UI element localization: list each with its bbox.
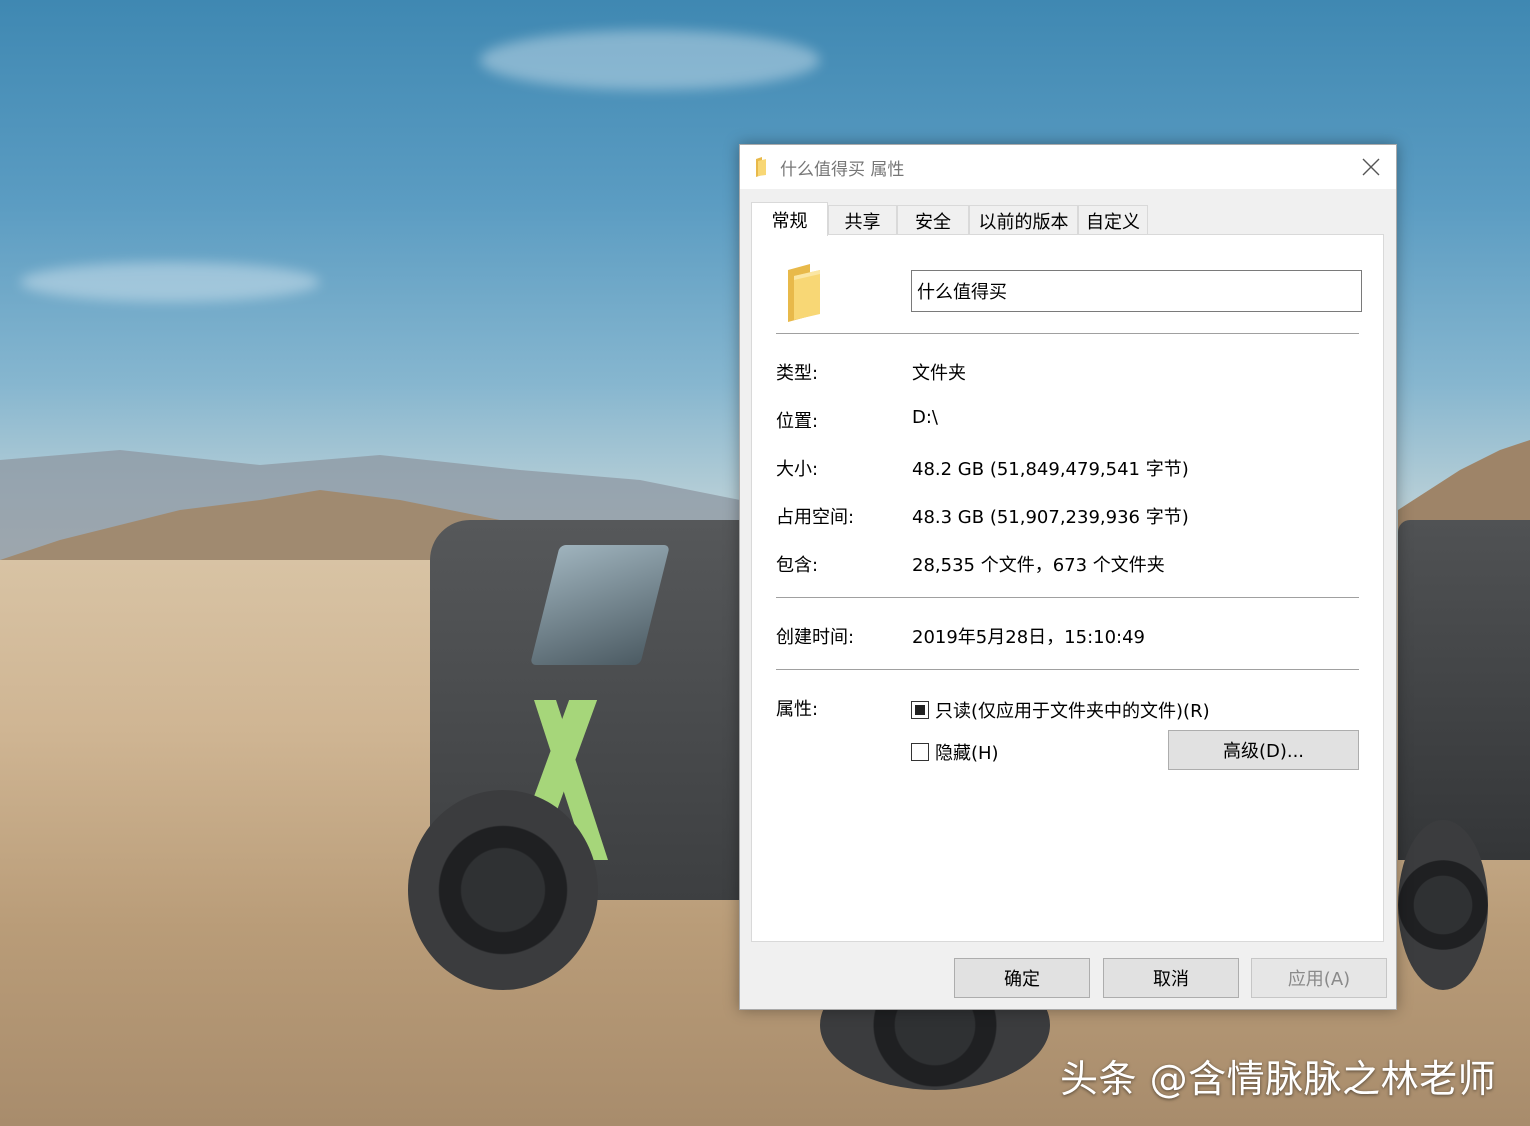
- general-panel: 类型: 文件夹 位置: D:\ 大小: 48.2 GB (51,849,479,…: [751, 234, 1384, 942]
- cloud: [480, 30, 820, 90]
- dialog-title: 什么值得买 属性: [780, 160, 905, 180]
- tab-security[interactable]: 安全: [897, 205, 969, 235]
- divider: [776, 669, 1359, 670]
- watermark-text: 头条 @含情脉脉之林老师: [1060, 1057, 1497, 1101]
- close-button[interactable]: [1346, 145, 1396, 189]
- readonly-label: 只读(仅应用于文件夹中的文件)(R): [935, 701, 1210, 722]
- readonly-checkbox-row[interactable]: 只读(仅应用于文件夹中的文件)(R): [911, 697, 1210, 723]
- truck-tire: [1398, 820, 1488, 990]
- contains-value: 28,535 个文件，673 个文件夹: [912, 555, 1165, 576]
- location-label: 位置:: [776, 411, 819, 432]
- disk-size-label: 占用空间:: [776, 507, 855, 528]
- created-value: 2019年5月28日，15:10:49: [912, 627, 1146, 648]
- tab-general[interactable]: 常规: [751, 202, 828, 236]
- hidden-checkbox[interactable]: [911, 743, 929, 761]
- size-value: 48.2 GB (51,849,479,541 字节): [912, 459, 1189, 480]
- cancel-button[interactable]: 取消: [1103, 958, 1239, 998]
- folder-icon: [756, 157, 766, 177]
- location-value: D:\: [912, 407, 938, 428]
- folder-icon: [788, 264, 820, 322]
- truck-tire: [408, 790, 598, 990]
- advanced-button[interactable]: 高级(D)...: [1168, 730, 1359, 770]
- tab-sharing[interactable]: 共享: [828, 205, 897, 235]
- readonly-checkbox[interactable]: [911, 701, 929, 719]
- hidden-label: 隐藏(H): [935, 743, 999, 764]
- type-label: 类型:: [776, 363, 819, 384]
- close-icon: [1362, 158, 1380, 176]
- disk-size-value: 48.3 GB (51,907,239,936 字节): [912, 507, 1189, 528]
- size-label: 大小:: [776, 459, 819, 480]
- type-value: 文件夹: [912, 363, 966, 384]
- divider: [776, 333, 1359, 334]
- attributes-label: 属性:: [776, 699, 819, 720]
- cloud: [20, 262, 320, 302]
- properties-dialog: 什么值得买 属性 常规 共享 安全 以前的版本 自定义 类型: 文件夹 位置: …: [739, 144, 1397, 1010]
- hidden-checkbox-row[interactable]: 隐藏(H): [911, 739, 999, 765]
- apply-button[interactable]: 应用(A): [1251, 958, 1387, 998]
- tab-previous-versions[interactable]: 以前的版本: [969, 205, 1078, 235]
- contains-label: 包含:: [776, 555, 819, 576]
- tab-strip: 常规 共享 安全 以前的版本 自定义: [751, 202, 1391, 236]
- truck: [1398, 520, 1530, 860]
- created-label: 创建时间:: [776, 627, 855, 648]
- ok-button[interactable]: 确定: [954, 958, 1090, 998]
- divider: [776, 597, 1359, 598]
- folder-name-input[interactable]: [911, 270, 1362, 312]
- tab-customize[interactable]: 自定义: [1078, 205, 1148, 235]
- title-bar[interactable]: 什么值得买 属性: [740, 145, 1396, 189]
